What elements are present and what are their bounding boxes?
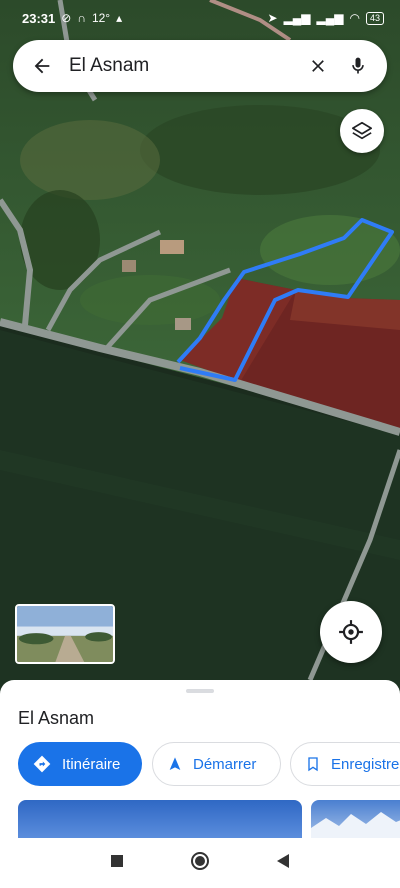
street-view-thumbnail[interactable] (15, 604, 115, 664)
layers-button[interactable] (340, 109, 384, 153)
back-arrow-icon[interactable] (29, 53, 55, 79)
home-icon[interactable] (190, 851, 210, 876)
navigation-arrow-icon (169, 757, 181, 770)
close-icon[interactable] (303, 51, 333, 81)
start-label: Démarrer (193, 755, 257, 773)
status-time: 23:31 (22, 10, 56, 26)
system-nav-bar (0, 838, 400, 888)
temperature: 12° (91, 11, 111, 25)
battery-icon: 43 (365, 11, 384, 25)
layers-icon (352, 121, 372, 140)
save-button[interactable]: Enregistrer (290, 742, 400, 786)
place-title: El Asnam (18, 708, 95, 728)
directions-button[interactable]: Itinéraire (18, 742, 142, 786)
save-label: Enregistrer (331, 755, 400, 773)
signal-icon-2: ▂▄▆ (316, 11, 344, 25)
headset-icon: ∩ (77, 11, 86, 25)
back-icon[interactable] (276, 853, 290, 874)
directions-label: Itinéraire (62, 755, 121, 773)
status-bar: 23:31 ⊘ ∩ 12° ▴ ➤ ▂▄▆ ▂▄▆ ◠ 43 (0, 0, 400, 36)
do-not-disturb-icon: ⊘ (61, 11, 72, 25)
search-input[interactable]: El Asnam (69, 55, 293, 77)
crosshair-icon (339, 620, 363, 644)
microphone-icon[interactable] (343, 51, 373, 81)
start-button[interactable]: Démarrer (152, 742, 281, 786)
cast-icon: ▴ (116, 11, 123, 25)
place-photo[interactable] (18, 800, 302, 840)
search-bar[interactable]: El Asnam (13, 40, 387, 92)
directions-icon (33, 755, 51, 773)
signal-icon: ▂▄▆ (283, 11, 311, 25)
location-arrow-icon: ➤ (267, 11, 278, 25)
recent-apps-icon[interactable] (110, 854, 124, 873)
sheet-drag-handle[interactable] (186, 689, 214, 693)
place-photo[interactable] (311, 800, 400, 840)
my-location-button[interactable] (320, 601, 382, 663)
bookmark-icon (308, 757, 318, 772)
wifi-icon: ◠ (349, 11, 360, 25)
